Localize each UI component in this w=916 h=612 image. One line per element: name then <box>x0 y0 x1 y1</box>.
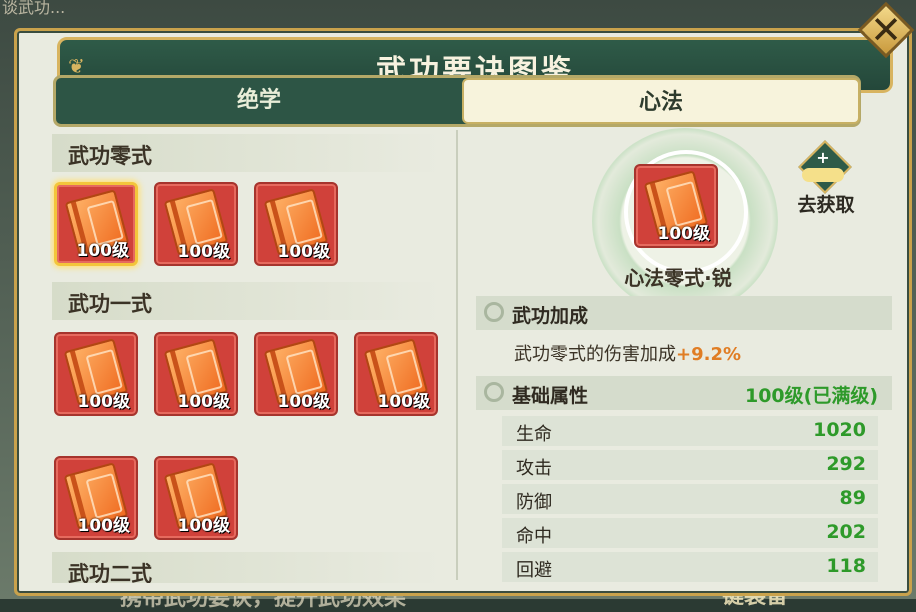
section-header: 武功二式 <box>52 552 442 583</box>
base-attr-header: 基础属性 <box>512 385 589 407</box>
tab-mind-method[interactable]: 心法 <box>462 78 860 124</box>
selected-item-level: 100级 <box>657 224 711 244</box>
stat-row: 生命 1020 <box>502 416 878 446</box>
manual-slot[interactable]: 100级 <box>354 332 438 416</box>
selected-item-slot[interactable]: 100级 <box>634 164 718 248</box>
slot-level: 100级 <box>177 516 231 536</box>
close-button[interactable]: ✕ <box>857 1 915 59</box>
stat-name: 生命 <box>516 424 552 445</box>
swirl-icon <box>484 302 504 322</box>
stat-value: 89 <box>839 487 866 509</box>
bonus-header-row: 武功加成 <box>476 296 892 330</box>
section-title: 武功零式 <box>68 144 152 168</box>
slot-level: 100级 <box>277 392 331 412</box>
level-status: 100级(已满级) <box>744 385 878 407</box>
manual-slot[interactable]: 100级 <box>54 456 138 540</box>
swirl-icon <box>484 382 504 402</box>
stat-name: 防御 <box>516 492 552 513</box>
bonus-value: +9.2% <box>676 344 742 365</box>
manual-slot[interactable]: 100级 <box>54 182 138 266</box>
stat-row: 防御 89 <box>502 484 878 514</box>
category-tabs: 绝学 心法 <box>53 75 861 127</box>
close-x-icon: ✕ <box>870 8 902 52</box>
obtain-button[interactable]: + 去获取 <box>790 140 862 218</box>
slot-level: 100级 <box>77 516 131 536</box>
background-top-text: 谈武功... <box>2 0 66 17</box>
slot-level: 100级 <box>177 392 231 412</box>
section-title: 武功二式 <box>68 562 152 583</box>
bonus-header: 武功加成 <box>512 305 589 327</box>
plus-icon: + <box>816 148 830 167</box>
bonus-text: 武功零式的伤害加成 <box>514 344 676 365</box>
slot-level: 100级 <box>277 242 331 262</box>
stat-value: 1020 <box>813 419 866 441</box>
obtain-label: 去获取 <box>797 194 855 216</box>
manual-slot[interactable]: 100级 <box>154 456 238 540</box>
slot-level: 100级 <box>76 241 130 261</box>
stat-name: 回避 <box>516 560 552 581</box>
bonus-line: 武功零式的伤害加成+9.2% <box>514 340 741 366</box>
stat-name: 命中 <box>516 526 552 547</box>
stat-value: 118 <box>826 555 866 577</box>
manual-list[interactable]: 武功零式 100级 100级 100级 武功一式 100级 100级 100级 … <box>50 128 454 583</box>
hand-icon <box>802 168 844 182</box>
manual-slot[interactable]: 100级 <box>154 182 238 266</box>
slot-level: 100级 <box>177 242 231 262</box>
stat-row: 回避 118 <box>502 552 878 582</box>
slot-level: 100级 <box>377 392 431 412</box>
manual-slot[interactable]: 100级 <box>54 332 138 416</box>
section-header: 武功一式 <box>52 282 442 320</box>
section-header: 武功零式 <box>52 134 442 172</box>
stat-value: 292 <box>826 453 866 475</box>
stat-value: 202 <box>826 521 866 543</box>
manual-slot[interactable]: 100级 <box>254 182 338 266</box>
stat-row: 攻击 292 <box>502 450 878 480</box>
section-title: 武功一式 <box>68 292 152 316</box>
panel-divider <box>456 130 458 580</box>
slot-level: 100级 <box>77 392 131 412</box>
manual-slot[interactable]: 100级 <box>154 332 238 416</box>
tab-ultimate[interactable]: 绝学 <box>56 78 462 124</box>
attribute-panel[interactable]: 武功加成 武功零式的伤害加成+9.2% 基础属性 100级(已满级) 生命 10… <box>476 296 892 586</box>
base-attr-header-row: 基础属性 100级(已满级) <box>476 376 892 410</box>
stat-row: 命中 202 <box>502 518 878 548</box>
manual-slot[interactable]: 100级 <box>254 332 338 416</box>
stat-name: 攻击 <box>516 458 552 479</box>
selected-item-name: 心法零式·锐 <box>624 266 732 290</box>
